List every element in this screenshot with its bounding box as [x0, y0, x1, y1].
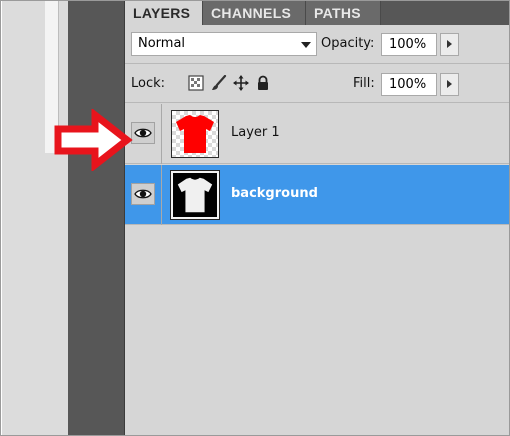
- eye-icon: [134, 128, 152, 138]
- row-divider: [161, 104, 162, 164]
- tab-layers[interactable]: LAYERS: [125, 1, 203, 25]
- layer-1-thumbnail[interactable]: [171, 110, 219, 158]
- fill-label: Fill:: [353, 76, 375, 91]
- red-tshirt-icon: [176, 115, 214, 153]
- blend-opacity-row: Normal Opacity: 100%: [125, 26, 509, 64]
- chevron-down-icon: [301, 42, 311, 48]
- layer-row-background[interactable]: background: [125, 165, 509, 225]
- opacity-label: Opacity:: [321, 36, 375, 51]
- opacity-input[interactable]: 100%: [381, 33, 437, 56]
- eye-icon: [134, 189, 152, 199]
- layers-empty-area: [125, 226, 509, 435]
- layer-visibility-toggle[interactable]: [131, 183, 155, 205]
- play-arrow-icon: [447, 80, 452, 88]
- layer-name[interactable]: Layer 1: [231, 125, 280, 140]
- layer-visibility-toggle[interactable]: [131, 122, 155, 144]
- layer-row-layer-1[interactable]: Layer 1: [125, 104, 509, 164]
- layers-panel: LAYERS CHANNELS PATHS Normal Opacity: 10…: [124, 1, 509, 435]
- opacity-stepper-button[interactable]: [440, 33, 459, 56]
- opacity-value: 100%: [389, 37, 427, 52]
- fill-value: 100%: [389, 77, 427, 92]
- blend-mode-value: Normal: [138, 36, 186, 51]
- lock-all-icon[interactable]: [255, 75, 271, 91]
- background-thumbnail[interactable]: [170, 170, 220, 220]
- lock-transparent-pixels-icon[interactable]: [188, 75, 204, 91]
- panel-tab-bar: LAYERS CHANNELS PATHS: [125, 1, 509, 25]
- row-divider: [161, 165, 162, 225]
- tab-channels[interactable]: CHANNELS: [203, 1, 306, 25]
- workspace-divider: [68, 1, 124, 435]
- tab-paths[interactable]: PATHS: [306, 1, 381, 25]
- blend-mode-dropdown[interactable]: Normal: [131, 32, 317, 56]
- play-arrow-icon: [447, 40, 452, 48]
- lock-position-icon[interactable]: [233, 75, 249, 91]
- photoshop-layers-screenshot: LAYERS CHANNELS PATHS Normal Opacity: 10…: [0, 0, 510, 436]
- layer-name[interactable]: background: [231, 186, 318, 201]
- lock-fill-row: Lock: Fill: 100%: [125, 65, 509, 103]
- red-arrow-icon: [54, 109, 133, 171]
- canvas-area: [2, 1, 68, 435]
- white-tshirt-icon: [177, 177, 213, 213]
- fill-input[interactable]: 100%: [381, 73, 437, 96]
- fill-stepper-button[interactable]: [440, 73, 459, 96]
- lock-label: Lock:: [131, 76, 166, 91]
- lock-image-pixels-icon[interactable]: [211, 75, 227, 91]
